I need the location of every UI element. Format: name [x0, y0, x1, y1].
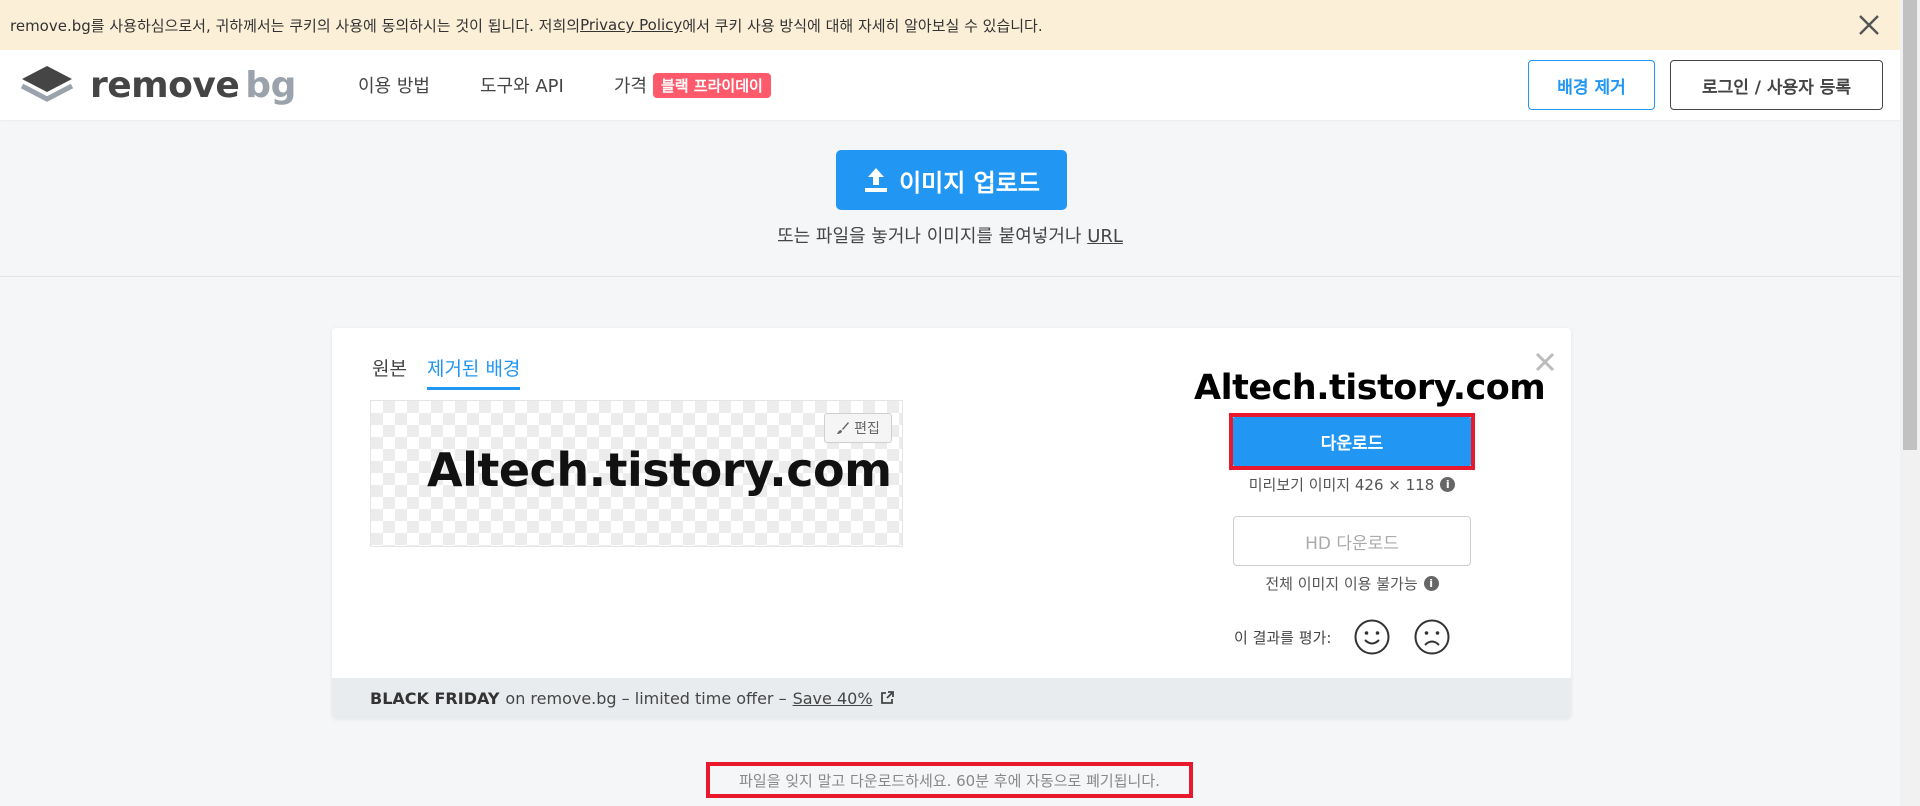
preview-text: Altech.tistory.com — [427, 443, 892, 497]
tab-removed-background[interactable]: 제거된 배경 — [426, 354, 521, 390]
nav-pricing-label: 가격 — [613, 76, 647, 97]
watermark-text: Altech.tistory.com — [1194, 368, 1546, 408]
save-offer-link[interactable]: Save 40% — [793, 689, 873, 708]
hd-download-button[interactable]: HD 다운로드 — [1233, 516, 1471, 566]
result-card: 원본 제거된 배경 Altech.tistory.com 편집 Altech.t… — [332, 328, 1571, 718]
logo-layers-icon — [20, 66, 74, 102]
info-icon[interactable]: i — [1440, 477, 1456, 492]
nav-tools-api[interactable]: 도구와 API — [480, 72, 564, 98]
tab-original[interactable]: 원본 — [372, 354, 407, 390]
upload-button-label: 이미지 업로드 — [899, 168, 1040, 197]
nav-pricing[interactable]: 가격 블랙 프라이데이 — [614, 72, 771, 98]
happy-face-icon[interactable] — [1353, 618, 1391, 656]
main-nav: 이용 방법 도구와 API 가격 블랙 프라이데이 — [358, 50, 821, 120]
nav-how-to-use[interactable]: 이용 방법 — [358, 72, 430, 98]
brush-icon — [837, 422, 850, 434]
logo-text: remove bg — [90, 64, 296, 106]
paste-url-link[interactable]: URL — [1087, 226, 1123, 247]
preview-size-text: 미리보기 이미지 426 × 118 — [1248, 476, 1435, 494]
promo-bold: BLACK FRIDAY — [370, 688, 500, 708]
scrollbar-thumb[interactable] — [1903, 0, 1917, 450]
result-preview-image: Altech.tistory.com 편집 — [370, 400, 903, 547]
full-image-info: 전체 이미지 이용 불가능 i — [1229, 573, 1475, 594]
privacy-policy-link[interactable]: Privacy Policy — [580, 16, 682, 34]
cookie-text-after: 에서 쿠키 사용 방식에 대해 자세히 알아보실 수 있습니다. — [682, 16, 1043, 35]
result-tabs: 원본 제거된 배경 — [372, 354, 540, 390]
edit-button-label: 편집 — [854, 421, 880, 437]
upload-hint-text: 또는 파일을 놓거나 이미지를 붙여넣거나 — [777, 226, 1088, 247]
info-icon[interactable]: i — [1423, 576, 1439, 591]
login-signup-button[interactable]: 로그인 / 사용자 등록 — [1670, 60, 1883, 110]
header: remove bg 이용 방법 도구와 API 가격 블랙 프라이데이 배경 제거… — [0, 50, 1900, 120]
auto-delete-notice: 파일을 잊지 말고 다운로드하세요. 60분 후에 자동으로 폐기됩니다. — [706, 762, 1193, 798]
close-icon[interactable] — [1856, 12, 1882, 38]
upload-icon — [865, 168, 888, 192]
upload-zone[interactable]: 이미지 업로드 또는 파일을 놓거나 이미지를 붙여넣거나 URL — [0, 120, 1900, 277]
preview-size-info: 미리보기 이미지 426 × 118 i — [1229, 474, 1475, 495]
cookie-text: remove.bg를 사용하심으로서, 귀하께서는 쿠키의 사용에 동의하시는 … — [10, 16, 581, 35]
upload-image-button[interactable]: 이미지 업로드 — [836, 150, 1067, 210]
remove-background-button[interactable]: 배경 제거 — [1528, 60, 1655, 110]
download-button[interactable]: 다운로드 — [1233, 417, 1471, 466]
rate-label: 이 결과를 평가: — [1234, 628, 1332, 647]
promo-bar: BLACK FRIDAY on remove.bg – limited time… — [332, 678, 1571, 718]
upload-hint: 또는 파일을 놓거나 이미지를 붙여넣거나 URL — [0, 222, 1900, 248]
edit-button[interactable]: 편집 — [824, 413, 892, 443]
full-image-text: 전체 이미지 이용 불가능 — [1265, 575, 1418, 593]
external-link-icon[interactable] — [879, 690, 895, 706]
cookie-banner: remove.bg를 사용하심으로서, 귀하께서는 쿠키의 사용에 동의하시는 … — [0, 0, 1900, 50]
scrollbar[interactable] — [1900, 0, 1920, 806]
logo[interactable]: remove bg — [20, 64, 296, 106]
promo-text: on remove.bg – limited time offer – — [505, 688, 787, 708]
sad-face-icon[interactable] — [1413, 618, 1451, 656]
black-friday-badge: 블랙 프라이데이 — [652, 72, 771, 98]
rate-result: 이 결과를 평가: — [1234, 618, 1451, 656]
